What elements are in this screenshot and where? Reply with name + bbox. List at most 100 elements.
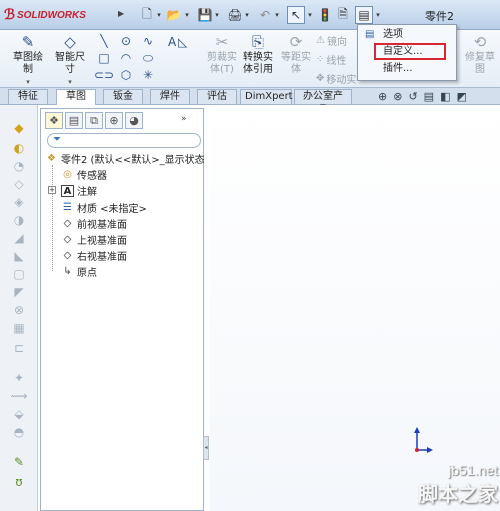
point-icon[interactable]: ✳: [137, 67, 159, 84]
move-entities-button[interactable]: ✥ 移动实: [316, 71, 356, 86]
polygon-icon[interactable]: ⬡: [115, 67, 137, 84]
tab-office-products[interactable]: 办公室产品: [294, 89, 352, 116]
configuration-manager-tab-icon[interactable]: ⧉: [85, 112, 103, 129]
revolve-icon[interactable]: ◐: [10, 141, 28, 157]
shell-icon[interactable]: ▢: [10, 267, 28, 283]
menu-item-label: 选项: [383, 29, 403, 40]
watermark-url: jb51.net: [448, 462, 498, 478]
menu-item-addins[interactable]: 插件...: [361, 61, 455, 77]
scale-icon[interactable]: ✎: [10, 455, 28, 471]
arc-icon[interactable]: ◠: [115, 50, 137, 67]
tree-item-origin[interactable]: ↳ 原点: [61, 264, 97, 280]
draft-icon[interactable]: ◤: [10, 285, 28, 301]
solidworks-logo[interactable]: ℬ SOLIDWORKS: [4, 5, 119, 25]
undo-dropdown-icon[interactable]: ▾: [273, 6, 281, 24]
tab-weldments[interactable]: 焊件: [150, 89, 190, 104]
fillet-icon[interactable]: ◺: [178, 35, 187, 49]
tab-dimxpert[interactable]: DimXpert: [240, 89, 293, 104]
mirror-button[interactable]: ⚠ 镜向: [316, 33, 347, 48]
print-dropdown-icon[interactable]: ▾: [243, 6, 251, 24]
dome-icon[interactable]: ◓: [10, 425, 28, 441]
display-style-icon[interactable]: ◩: [456, 90, 466, 103]
tree-filter[interactable]: ⏷: [47, 133, 201, 148]
section-view-icon[interactable]: ▤: [424, 90, 434, 103]
linear-pattern-button[interactable]: ⁘ 线性: [316, 52, 346, 67]
tab-sheet-metal[interactable]: 钣金: [103, 89, 143, 104]
zoom-area-icon[interactable]: ⊗: [393, 90, 402, 103]
view-orientation-icon[interactable]: ◧: [440, 90, 450, 103]
save-dropdown-icon[interactable]: ▾: [213, 6, 221, 24]
expand-annotations-icon[interactable]: +: [48, 186, 56, 194]
tab-evaluate[interactable]: 评估: [197, 89, 237, 104]
origin-icon: ↳: [63, 265, 72, 277]
select-dropdown-icon[interactable]: ▾: [306, 6, 314, 24]
repair-sketch-button[interactable]: ⟲ 修复草 图: [460, 32, 500, 86]
move-icon: ✥: [316, 73, 325, 84]
slot-icon[interactable]: ⊂⊃: [93, 67, 115, 84]
curves-icon[interactable]: ⟿: [10, 389, 28, 405]
loft-icon[interactable]: ◇: [10, 177, 28, 193]
menu-item-options[interactable]: ▤ 选项: [361, 27, 455, 43]
hole-wizard-icon[interactable]: ⊗: [10, 303, 28, 319]
select-cursor-icon[interactable]: ↖: [287, 6, 305, 24]
sketch-button[interactable]: ✎ 草图绘 制 ▾: [8, 32, 48, 86]
feature-tree-tab-icon[interactable]: ❖: [45, 112, 63, 129]
circle-icon[interactable]: ⊙: [115, 33, 137, 50]
tree-item-label: 传感器: [77, 171, 107, 182]
linear-pattern-icon: ⁘: [316, 54, 325, 65]
more-tabs-icon[interactable]: »: [181, 114, 187, 124]
open-dropdown-icon[interactable]: ▾: [183, 6, 191, 24]
tree-item-material[interactable]: ☰ 材质 <未指定>: [61, 200, 147, 216]
print-icon[interactable]: 🖨: [227, 6, 242, 24]
sketch-dropdown-icon[interactable]: ▾: [8, 76, 48, 88]
zoom-to-fit-icon[interactable]: ⊕: [378, 90, 387, 103]
line-icon[interactable]: ╲: [93, 33, 115, 50]
chamfer-icon[interactable]: ◣: [10, 249, 28, 265]
reference-geometry-icon[interactable]: ✦: [10, 371, 28, 387]
tab-sketch[interactable]: 草图: [56, 89, 96, 105]
tree-item-front-plane[interactable]: ◇ 前视基准面: [61, 216, 127, 232]
options-dropdown-icon[interactable]: ▾: [374, 6, 382, 24]
property-manager-tab-icon[interactable]: ▤: [65, 112, 83, 129]
menu-arrow-icon[interactable]: ▶: [118, 9, 128, 21]
helix-icon[interactable]: ʊ: [10, 475, 28, 491]
new-document-icon[interactable]: 🗋: [140, 6, 154, 24]
tree-item-top-plane[interactable]: ◇ 上视基准面: [61, 232, 127, 248]
previous-view-icon[interactable]: ↺: [408, 90, 417, 103]
ellipse-icon[interactable]: ⬭: [137, 50, 159, 67]
tree-root[interactable]: ❖ 零件2 (默认<<默认>_显示状态: [45, 151, 205, 167]
open-folder-icon[interactable]: 📂: [166, 6, 182, 24]
smart-dimension-button[interactable]: ◇ 智能尺 寸 ▾: [50, 32, 90, 86]
text-tool-icon[interactable]: A: [168, 35, 176, 49]
instant3d-icon[interactable]: ⬙: [10, 407, 28, 423]
panel-splitter[interactable]: ◂: [203, 436, 209, 460]
mirror-feature-icon[interactable]: ⊏: [10, 341, 28, 357]
rib-icon[interactable]: ▦: [10, 321, 28, 337]
trim-entities-button[interactable]: ✂ 剪裁实 体(T): [202, 32, 242, 86]
tree-item-sensors[interactable]: ◎ 传感器: [61, 167, 107, 183]
fillet-feature-icon[interactable]: ◢: [10, 231, 28, 247]
sketch-entities-grid: ╲ ⊙ ∿ □ ◠ ⬭ ⊂⊃ ⬡ ✳: [93, 33, 159, 84]
rebuild-icon[interactable]: 🚦: [318, 6, 333, 24]
cut-extrude-icon[interactable]: ◈: [10, 195, 28, 211]
smart-dimension-dropdown-icon[interactable]: ▾: [50, 76, 90, 88]
file-properties-icon[interactable]: 🗎: [336, 6, 350, 24]
tab-features[interactable]: 特征: [8, 89, 48, 104]
undo-icon[interactable]: ↶: [258, 6, 272, 24]
dimxpert-tab-icon[interactable]: ⊕: [105, 112, 123, 129]
sweep-icon[interactable]: ◔: [10, 159, 28, 175]
sensor-icon: ◎: [63, 168, 72, 180]
display-manager-tab-icon[interactable]: ◕: [125, 112, 143, 129]
extrude-icon[interactable]: ◆: [10, 121, 28, 137]
graphics-area[interactable]: [210, 105, 500, 511]
cut-revolve-icon[interactable]: ◑: [10, 213, 28, 229]
convert-entities-button[interactable]: ⎘ 转换实 体引用: [238, 32, 278, 86]
tree-item-annotations[interactable]: A 注解: [61, 183, 97, 198]
options-icon[interactable]: ▤: [355, 6, 373, 24]
save-icon[interactable]: 💾: [198, 6, 213, 24]
rectangle-icon[interactable]: □: [93, 50, 115, 67]
offset-entities-button[interactable]: ⟳ 等距实 体: [276, 32, 316, 86]
tree-item-right-plane[interactable]: ◇ 右视基准面: [61, 248, 127, 264]
spline-icon[interactable]: ∿: [137, 33, 159, 50]
new-dropdown-icon[interactable]: ▾: [155, 6, 163, 24]
